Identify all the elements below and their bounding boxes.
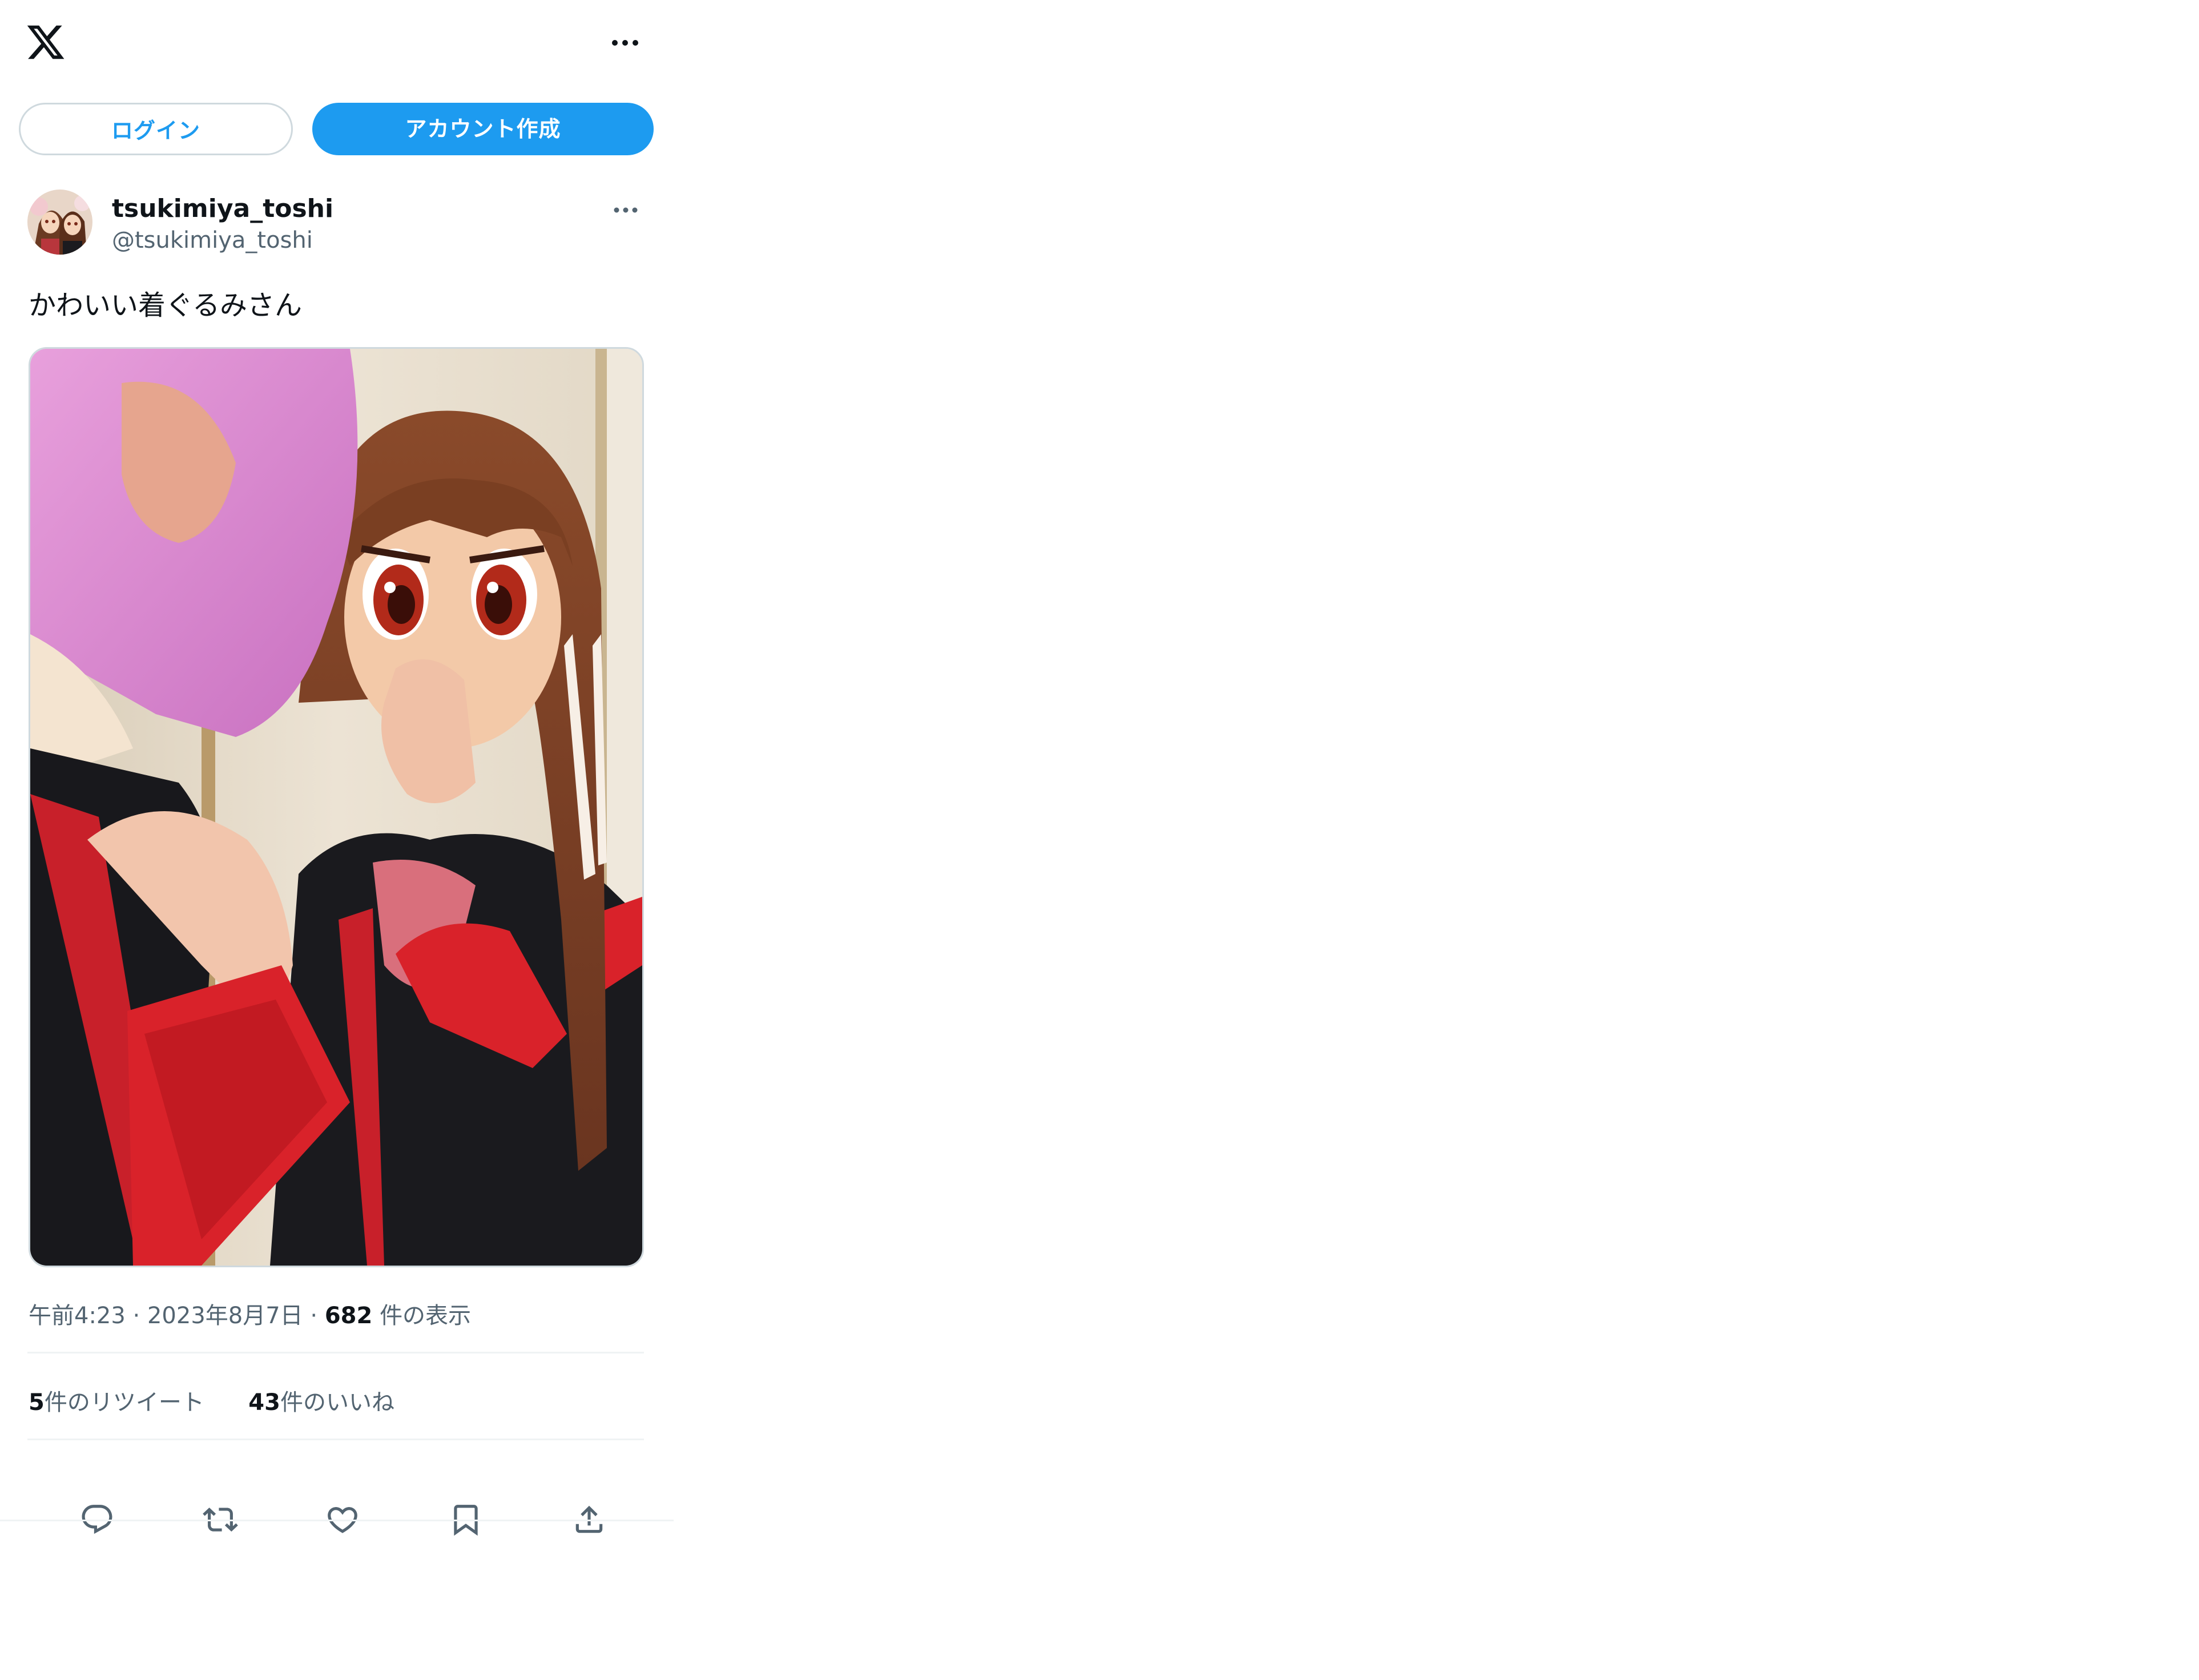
display-name[interactable]: tsukimiya_toshi	[112, 194, 333, 224]
tweet-date[interactable]: 2023年8月7日	[147, 1303, 303, 1329]
x-logo-icon[interactable]	[25, 22, 66, 63]
more-options-icon[interactable]	[607, 30, 643, 56]
tweet-stats: 5件のリツイート 43件のいいね	[29, 1387, 394, 1418]
divider	[27, 1352, 644, 1353]
user-handle[interactable]: @tsukimiya_toshi	[112, 226, 313, 255]
signup-button[interactable]: アカウント作成	[312, 103, 654, 155]
likes-stat[interactable]: 43件のいいね	[248, 1389, 394, 1416]
avatar[interactable]	[27, 190, 92, 255]
retweets-count: 5	[29, 1389, 45, 1416]
tweet-more-icon[interactable]	[610, 199, 642, 221]
top-bar	[0, 0, 669, 86]
bottom-divider	[0, 1520, 674, 1521]
tweet-photo[interactable]	[29, 347, 644, 1267]
retweets-stat[interactable]: 5件のリツイート	[29, 1389, 204, 1416]
login-button[interactable]: ログイン	[19, 103, 293, 155]
views-count: 682	[324, 1303, 373, 1329]
likes-label: 件のいいね	[280, 1389, 394, 1416]
divider	[27, 1439, 644, 1440]
tweet-time[interactable]: 午前4:23	[29, 1303, 126, 1329]
views-label: 件の表示	[380, 1303, 472, 1329]
tweet-meta: 午前4:23 · 2023年8月7日 · 682 件の表示	[29, 1303, 472, 1329]
auth-buttons: ログイン アカウント作成	[19, 103, 654, 155]
tweet-text: かわいい着ぐるみさん	[29, 289, 303, 321]
retweets-label: 件のリツイート	[44, 1389, 204, 1416]
likes-count: 43	[248, 1389, 280, 1416]
